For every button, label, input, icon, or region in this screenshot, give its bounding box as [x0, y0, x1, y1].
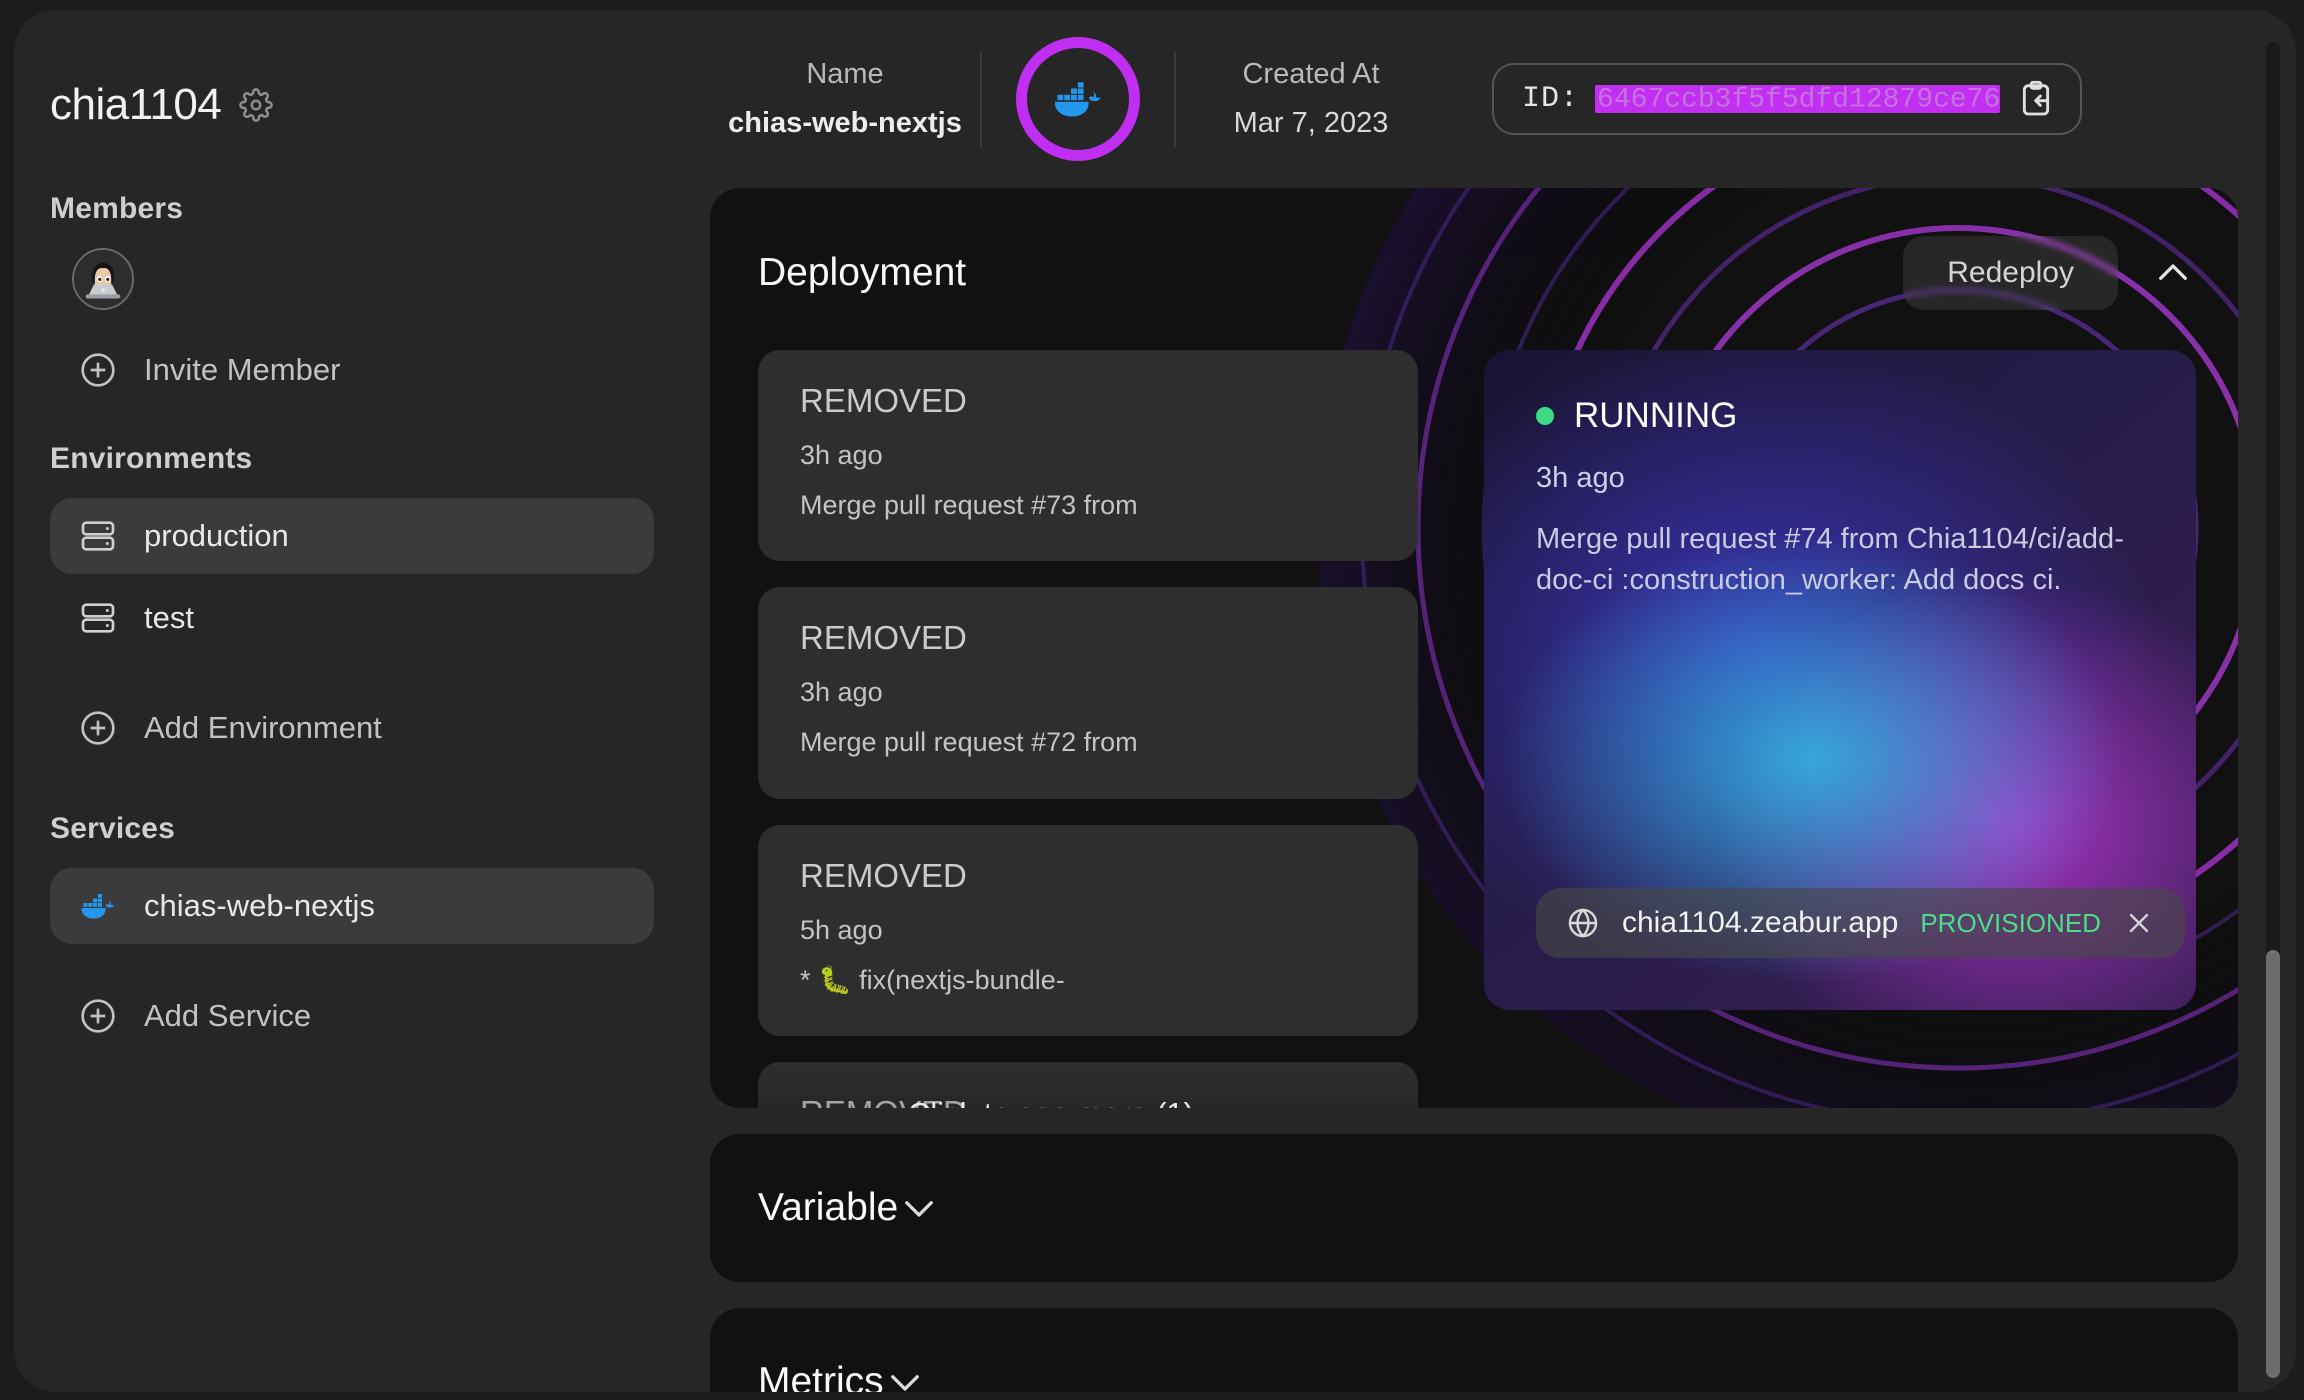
deployment-time: 3h ago: [800, 677, 883, 708]
active-deployment-card[interactable]: RUNNING 3h ago Merge pull request #74 fr…: [1484, 350, 2196, 1010]
gear-icon[interactable]: [239, 88, 274, 122]
deployment-message: Merge pull request #72 from: [800, 727, 1138, 758]
panel-stack: Deployment Redeploy REMOVED 3h ago Merge: [704, 188, 2238, 1392]
sidebar-item-chias-web-nextjs[interactable]: chias-web-nextjs: [50, 868, 654, 944]
deployment-status: REMOVED: [800, 619, 967, 657]
name-label: Name: [806, 58, 884, 90]
plus-circle-icon: [78, 350, 118, 390]
domain-host: chia1104.zeabur.app: [1622, 906, 1899, 939]
active-time: 3h ago: [1536, 462, 1625, 494]
deployment-card[interactable]: REMOVED 1d ago Click to see more (1): [758, 1062, 1418, 1108]
service-logo: [1016, 37, 1140, 161]
service-name-block: Name chias-web-nextjs: [710, 58, 980, 140]
sidebar-item-production[interactable]: production: [50, 498, 654, 574]
docker-icon: [1050, 71, 1106, 127]
deployment-status: REMOVED: [800, 382, 967, 419]
deployment-card[interactable]: REMOVED 5h ago * 🐛 fix(nextjs-bundle-: [758, 824, 1418, 1037]
add-environment-label: Add Environment: [144, 710, 382, 745]
sidebar-item-label: production: [144, 518, 289, 553]
plus-circle-icon: [78, 996, 118, 1036]
domain-status-badge: PROVISIONED: [1920, 907, 2101, 938]
deployment-status: REMOVED: [800, 856, 967, 894]
deployment-header: Deployment Redeploy: [710, 188, 2238, 310]
deployment-status: REMOVED: [800, 1094, 1376, 1108]
created-at-label: Created At: [1242, 58, 1380, 90]
globe-icon: [1566, 906, 1600, 940]
invite-member-label: Invite Member: [144, 352, 341, 387]
service-header: Name chias-web-nextjs Created At Mar 7, …: [704, 10, 2238, 188]
name-value: chias-web-nextjs: [728, 107, 962, 139]
server-icon: [78, 598, 118, 638]
sidebar-item-test[interactable]: test: [50, 580, 654, 656]
redeploy-button[interactable]: Redeploy: [1903, 236, 2118, 310]
status-dot-icon: [1536, 407, 1554, 425]
active-status-row: RUNNING: [1536, 396, 2144, 436]
copy-icon[interactable]: [2016, 79, 2056, 119]
scrollbar-thumb[interactable]: [2266, 950, 2280, 1378]
deployment-time: 3h ago: [800, 440, 883, 470]
org-name: chia1104: [50, 80, 222, 129]
panel-title: Variable: [758, 1186, 899, 1229]
members-list: [50, 248, 654, 310]
services-heading: Services: [50, 812, 176, 845]
id-label: ID:: [1522, 82, 1580, 116]
add-service-label: Add Service: [144, 998, 312, 1033]
app-window: chia1104 Members Invite Member Environme…: [14, 10, 2296, 1392]
deployment-message: Merge pull request #73 from: [800, 490, 1138, 520]
service-id-field[interactable]: ID: 6467ccb3f5f5dfd12879ce76: [1492, 63, 2082, 135]
sidebar-item-label: test: [144, 600, 194, 635]
panel-title: Metrics: [758, 1360, 884, 1392]
active-message: Merge pull request #74 from Chia1104/ci/…: [1536, 523, 2124, 597]
active-status-label: RUNNING: [1574, 396, 1738, 435]
domain-chip[interactable]: chia1104.zeabur.app PROVISIONED: [1536, 888, 2185, 958]
main-content: Name chias-web-nextjs Created At Mar 7, …: [704, 10, 2296, 1392]
deployment-time: 5h ago: [800, 914, 883, 945]
chevron-up-icon[interactable]: [2118, 252, 2194, 294]
scrollbar[interactable]: [2266, 42, 2280, 1378]
panel-title: Deployment: [758, 251, 967, 294]
created-at-value: Mar 7, 2023: [1233, 107, 1389, 139]
created-at-block: Created At Mar 7, 2023: [1176, 58, 1446, 140]
members-heading: Members: [50, 192, 184, 225]
server-icon: [78, 516, 118, 556]
invite-member-button[interactable]: Invite Member: [50, 332, 654, 408]
add-service-button[interactable]: Add Service: [50, 978, 654, 1054]
deployment-message: * 🐛 fix(nextjs-bundle-: [800, 964, 1065, 995]
metrics-panel[interactable]: Metrics: [710, 1308, 2238, 1392]
id-value-redacted: 6467ccb3f5f5dfd12879ce76: [1595, 85, 2000, 113]
sidebar-item-label: chias-web-nextjs: [144, 888, 375, 923]
id-value: 6467ccb3f5f5dfd12879ce76: [1597, 85, 2000, 113]
docker-icon: [78, 886, 118, 926]
deployment-body: REMOVED 3h ago Merge pull request #73 fr…: [710, 310, 2238, 1108]
deployment-history-list: REMOVED 3h ago Merge pull request #73 fr…: [758, 350, 1418, 1108]
deployment-card[interactable]: REMOVED 3h ago Merge pull request #72 fr…: [758, 587, 1418, 799]
deployment-card[interactable]: REMOVED 3h ago Merge pull request #73 fr…: [758, 350, 1418, 562]
add-environment-button[interactable]: Add Environment: [50, 690, 654, 766]
sidebar: chia1104 Members Invite Member Environme…: [14, 10, 704, 1392]
org-header: chia1104: [50, 80, 654, 130]
avatar[interactable]: [72, 248, 134, 310]
close-icon[interactable]: [2123, 907, 2155, 939]
deployment-panel: Deployment Redeploy REMOVED 3h ago Merge: [710, 188, 2238, 1108]
chevron-down-icon[interactable]: [884, 1361, 926, 1392]
variable-panel[interactable]: Variable: [710, 1134, 2238, 1282]
environments-heading: Environments: [50, 442, 253, 475]
divider: [980, 51, 982, 147]
plus-circle-icon: [78, 708, 118, 748]
chevron-down-icon[interactable]: [898, 1187, 940, 1229]
